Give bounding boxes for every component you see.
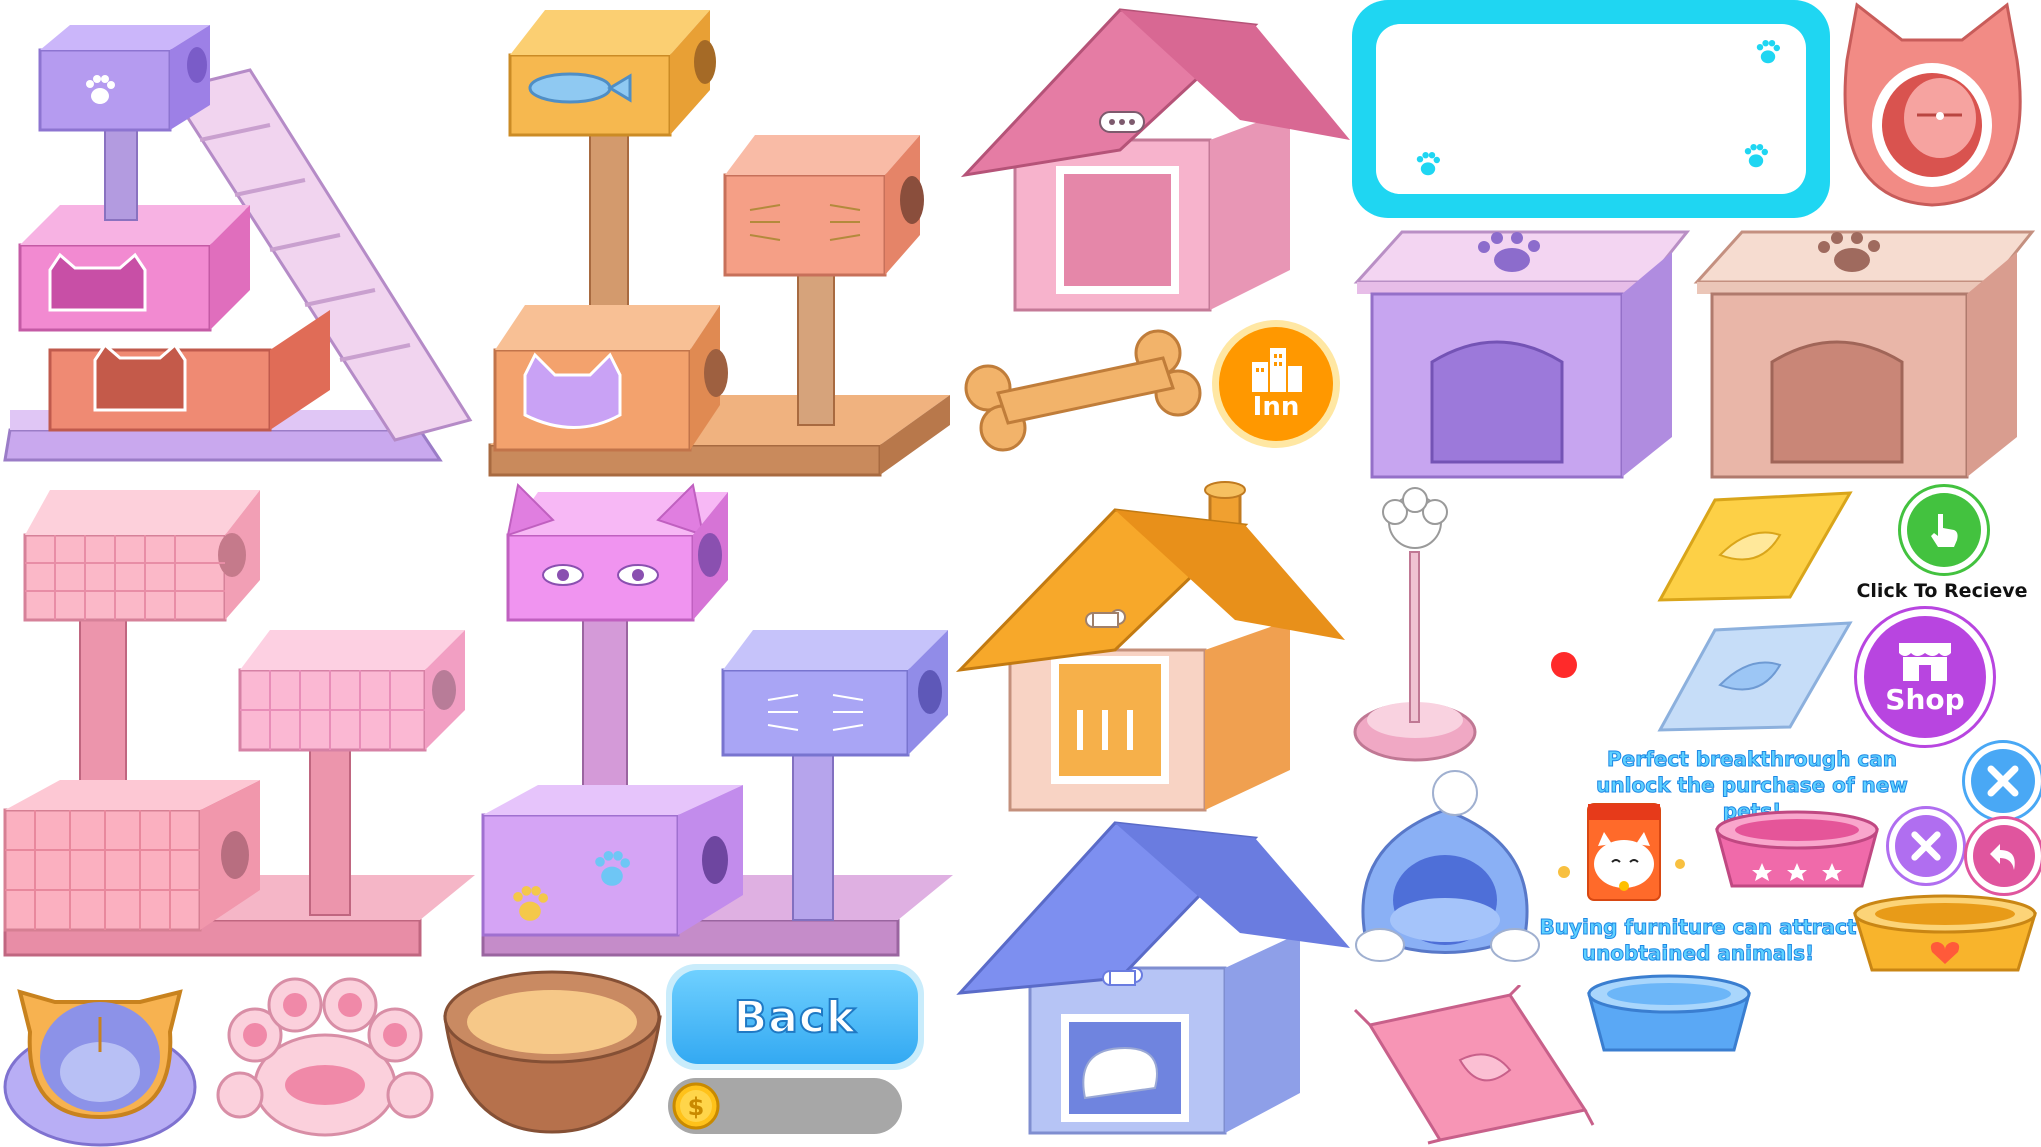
beanie-bed-blue-art	[1355, 770, 1540, 962]
feather-teaser-toy-art	[1353, 487, 1477, 762]
paw-cushion-pink[interactable]	[210, 975, 440, 1145]
bowl-pink-stars[interactable]	[1712, 808, 1882, 894]
cat-tree-pink-grid-art	[3, 490, 475, 957]
notification-dot	[1551, 652, 1577, 678]
bone-treat[interactable]	[958, 318, 1208, 468]
feather-teaser-toy[interactable]	[1350, 482, 1480, 767]
close-button-blue[interactable]	[1962, 740, 2041, 822]
bowl-blue-art	[1587, 974, 1751, 1052]
dog-house-blue[interactable]	[955, 818, 1355, 1147]
pillow-pink[interactable]	[1350, 985, 1595, 1145]
paw-icon	[595, 851, 630, 886]
paw-icon	[86, 75, 115, 104]
pointing-hand-icon	[1931, 514, 1958, 547]
coin-icon: $	[672, 1082, 720, 1130]
bone-icon	[964, 329, 1202, 452]
back-label: Back	[733, 991, 857, 1044]
cat-head-bed-blue[interactable]	[0, 962, 200, 1147]
lucky-cat-icon	[1558, 803, 1685, 901]
cat-tree-violet[interactable]	[478, 480, 958, 960]
pillow-light-blue-art	[1657, 621, 1853, 732]
dog-house-pink[interactable]	[960, 0, 1355, 320]
pillow-light-blue[interactable]	[1650, 615, 1855, 740]
receive-reward-button[interactable]	[1898, 484, 1990, 576]
storefront-icon	[1899, 642, 1951, 681]
pillow-pink-art	[1353, 985, 1595, 1145]
furniture-line-2: unobtained animals!	[1581, 941, 1815, 966]
close-x-icon	[1911, 831, 1941, 861]
cat-tree-orange[interactable]	[480, 0, 960, 480]
food-bowl-wood-art	[443, 970, 662, 1134]
dog-house-orange-roof-art	[955, 481, 1345, 812]
cat-tree-purple-ramp[interactable]	[0, 0, 490, 470]
return-arrow-icon	[1990, 844, 2015, 870]
lucky-cat-card	[1552, 802, 1692, 902]
inn-label: Inn	[1252, 392, 1300, 422]
click-to-receive-label: Click To Recieve	[1856, 580, 2028, 602]
coin-balance-bar: $	[668, 1078, 902, 1134]
beanie-bed-blue[interactable]	[1350, 765, 1545, 975]
pillow-yellow-art	[1657, 491, 1853, 602]
close-button-purple[interactable]	[1886, 806, 1966, 886]
shop-label: Shop	[1885, 682, 1965, 716]
svg-text:$: $	[688, 1093, 705, 1121]
close-x-icon	[1987, 765, 2019, 797]
table-house-peach-art	[1693, 230, 2036, 479]
paw-icon	[1756, 40, 1780, 64]
bowl-orange-heart-art	[1852, 894, 2038, 972]
cat-tree-orange-art	[488, 10, 950, 477]
food-bowl-wood[interactable]	[440, 962, 665, 1142]
bowl-pink-stars-art	[1715, 810, 1879, 888]
city-buildings-icon	[1252, 348, 1302, 392]
paw-icon	[1416, 152, 1440, 176]
inn-button[interactable]: Inn	[1212, 320, 1340, 448]
breakthrough-line-1: Perfect breakthrough can	[1606, 747, 1898, 772]
dog-house-pink-art	[960, 8, 1350, 312]
return-button[interactable]	[1964, 816, 2041, 896]
message-panel	[1352, 0, 1830, 218]
paw-icon	[513, 886, 548, 921]
shop-button[interactable]: Shop	[1854, 606, 1996, 748]
bowl-blue[interactable]	[1584, 972, 1754, 1058]
furniture-tip: Buying furniture can attract unobtained …	[1538, 914, 1858, 966]
furniture-line-1: Buying furniture can attract	[1539, 915, 1857, 940]
cat-cave-red-art	[1843, 2, 2022, 207]
dog-house-orange-roof[interactable]	[955, 480, 1355, 820]
cat-tree-pink-grid[interactable]	[0, 480, 480, 960]
cat-head-bed-blue-art	[3, 989, 197, 1147]
paw-cushion-pink-art	[216, 977, 434, 1137]
paw-icon	[1744, 144, 1768, 168]
table-house-peach[interactable]	[1692, 222, 2041, 482]
cat-tree-purple-ramp-art	[3, 25, 473, 462]
bowl-orange-heart[interactable]	[1850, 892, 2040, 978]
table-house-purple-art	[1353, 230, 1691, 479]
table-house-purple[interactable]	[1352, 222, 1692, 482]
back-button[interactable]: Back	[666, 964, 924, 1070]
pillow-yellow[interactable]	[1650, 485, 1855, 610]
dog-house-blue-art	[956, 821, 1350, 1135]
cat-cave-red[interactable]	[1832, 0, 2041, 215]
